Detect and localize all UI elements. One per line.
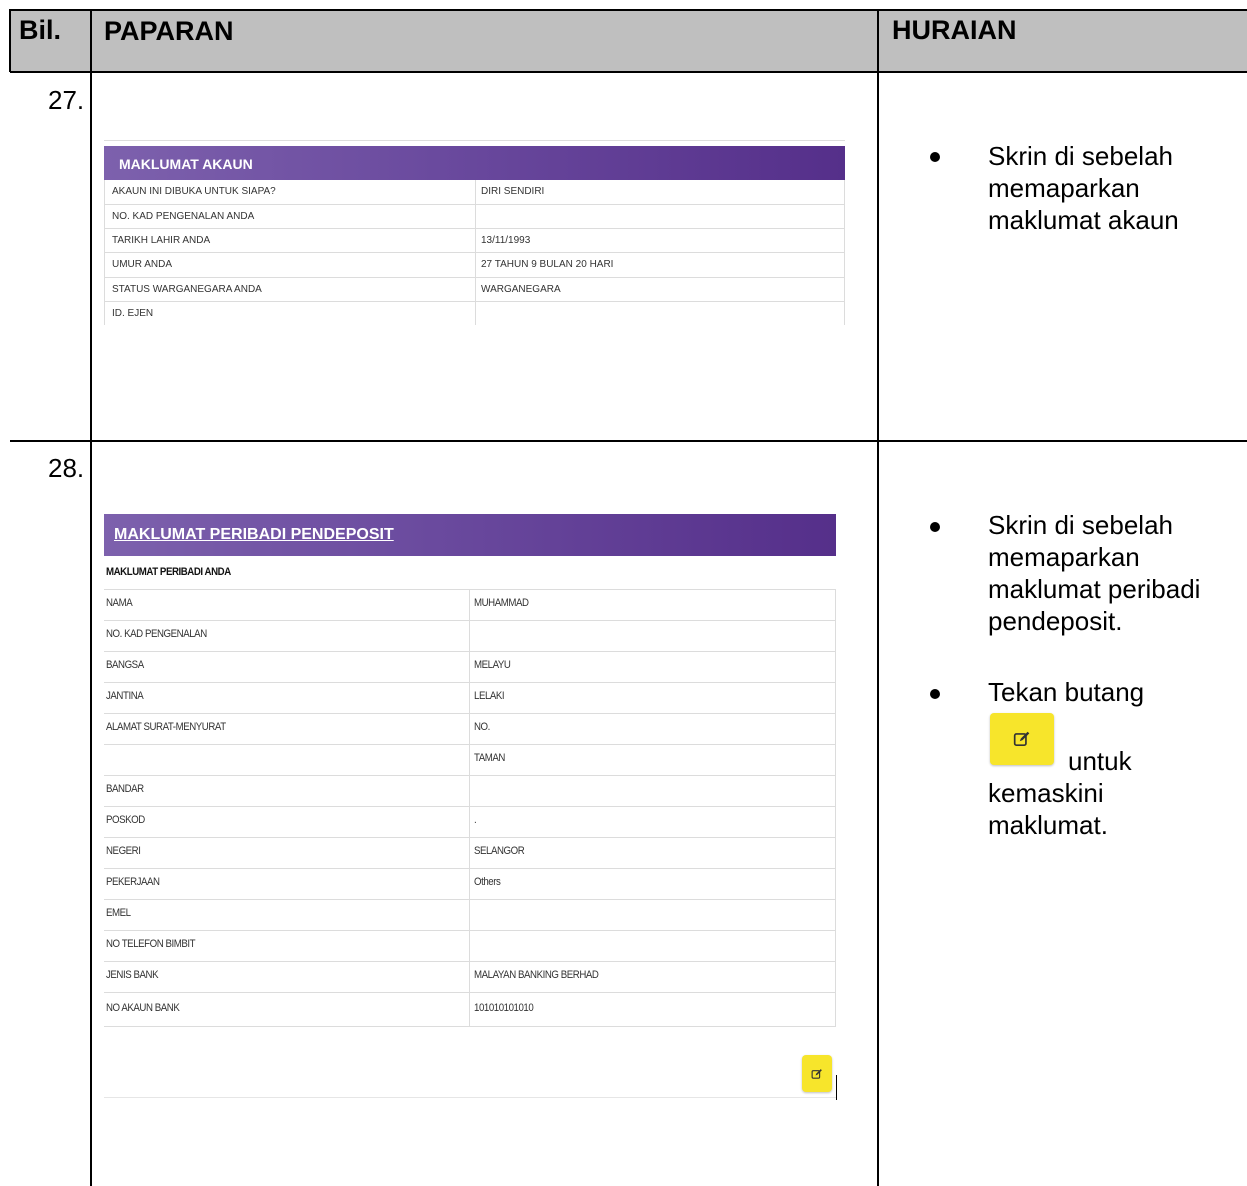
column-divider-bil xyxy=(90,9,92,1186)
description-text: kemaskini maklumat. xyxy=(988,778,1108,840)
description-text: Skrin di sebelah memaparkan maklumat per… xyxy=(988,510,1201,636)
field-value: SELANGOR xyxy=(474,845,525,857)
column-divider-huraian xyxy=(877,9,879,1186)
field-label: BANGSA xyxy=(106,659,144,671)
panel-row-line xyxy=(104,806,836,807)
field-value: . xyxy=(474,814,477,826)
field-label: JANTINA xyxy=(106,690,144,702)
field-label: NEGERI xyxy=(106,845,141,857)
field-label: PEKERJAAN xyxy=(106,876,160,888)
panel-row-line xyxy=(104,775,836,776)
cursor-line xyxy=(836,1075,837,1100)
field-label: JENIS BANK xyxy=(106,969,159,981)
field-label: TARIKH LAHIR ANDA xyxy=(112,235,211,246)
edit-icon xyxy=(1013,731,1030,747)
field-label: POSKOD xyxy=(106,814,145,826)
panel-row-line xyxy=(104,961,836,962)
row-divider xyxy=(10,440,1247,442)
field-value: 101010101010 xyxy=(474,1002,534,1014)
panel-row-line xyxy=(104,930,836,931)
field-value: MALAYAN BANKING BERHAD xyxy=(474,969,599,981)
field-value: NO. xyxy=(474,721,490,733)
panel-row-line xyxy=(104,713,836,714)
field-value: 27 TAHUN 9 BULAN 20 HARI xyxy=(481,259,614,270)
description-text: Skrin di sebelah memaparkan maklumat aka… xyxy=(988,141,1179,235)
panel-row-line xyxy=(104,277,845,278)
panel-row-line xyxy=(104,837,836,838)
header-bil: Bil. xyxy=(19,15,62,45)
field-value: MELAYU xyxy=(474,659,511,671)
field-value: Others xyxy=(474,876,501,888)
field-label: NO. KAD PENGENALAN xyxy=(106,628,207,640)
panel-title: MAKLUMAT PERIBADI PENDEPOSIT xyxy=(114,526,394,543)
panel-subtitle: MAKLUMAT PERIBADI ANDA xyxy=(106,566,231,578)
field-label: NO. KAD PENGENALAN ANDA xyxy=(112,211,255,222)
bullet-icon xyxy=(930,522,940,532)
panel-row-line xyxy=(104,682,836,683)
field-label: NO TELEFON BIMBIT xyxy=(106,938,196,950)
panel-row-line xyxy=(104,651,836,652)
header-paparan: PAPARAN xyxy=(104,16,234,46)
field-value: WARGANEGARA xyxy=(481,284,561,295)
panel-row-line xyxy=(104,620,836,621)
edit-button[interactable] xyxy=(990,713,1054,765)
table-top-border xyxy=(10,9,1247,11)
panel-edit-button[interactable] xyxy=(802,1055,832,1092)
field-label: NO AKAUN BANK xyxy=(106,1002,180,1014)
description-text: untuk xyxy=(1068,746,1132,776)
field-value: MUHAMMAD xyxy=(474,597,529,609)
field-label: STATUS WARGANEGARA ANDA xyxy=(112,284,262,295)
description-text: Tekan butang xyxy=(988,677,1145,707)
row-number: 28. xyxy=(48,453,85,483)
panel-title-bar: MAKLUMAT PERIBADI PENDEPOSIT xyxy=(104,514,836,556)
panel-row-line xyxy=(104,228,845,229)
table-left-border xyxy=(9,9,11,72)
field-label: ALAMAT SURAT-MENYURAT xyxy=(106,721,226,733)
panel-row-line xyxy=(104,252,845,253)
edit-icon xyxy=(811,1068,822,1079)
field-label: AKAUN INI DIBUKA UNTUK SIAPA? xyxy=(112,186,276,197)
panel-row-line xyxy=(104,899,836,900)
panel-row-line xyxy=(104,744,836,745)
panel-title: MAKLUMAT AKAUN xyxy=(119,156,253,172)
panel-title-bar: MAKLUMAT AKAUN xyxy=(104,146,845,180)
panel-row-line xyxy=(104,1026,836,1027)
header-bottom-border xyxy=(10,71,1247,73)
field-label: NAMA xyxy=(106,597,133,609)
panel-top-line xyxy=(104,140,845,141)
field-label: ID. EJEN xyxy=(112,308,154,319)
field-label: UMUR ANDA xyxy=(112,259,173,270)
row-number: 27. xyxy=(48,85,85,115)
field-value: DIRI SENDIRI xyxy=(481,186,545,197)
field-value: LELAKI xyxy=(474,690,505,702)
field-value: TAMAN xyxy=(474,752,505,764)
panel-row-line xyxy=(104,589,836,590)
bullet-icon xyxy=(930,152,940,162)
bullet-icon xyxy=(930,689,940,699)
header-huraian: HURAIAN xyxy=(892,15,1017,45)
field-label: BANDAR xyxy=(106,783,144,795)
panel-footer-line xyxy=(104,1097,836,1098)
panel-row-line xyxy=(104,868,836,869)
field-value: 13/11/1993 xyxy=(481,235,531,246)
panel-row-line xyxy=(104,204,845,205)
panel-row-line xyxy=(104,301,845,302)
panel-row-line xyxy=(104,992,836,993)
field-label: EMEL xyxy=(106,907,131,919)
